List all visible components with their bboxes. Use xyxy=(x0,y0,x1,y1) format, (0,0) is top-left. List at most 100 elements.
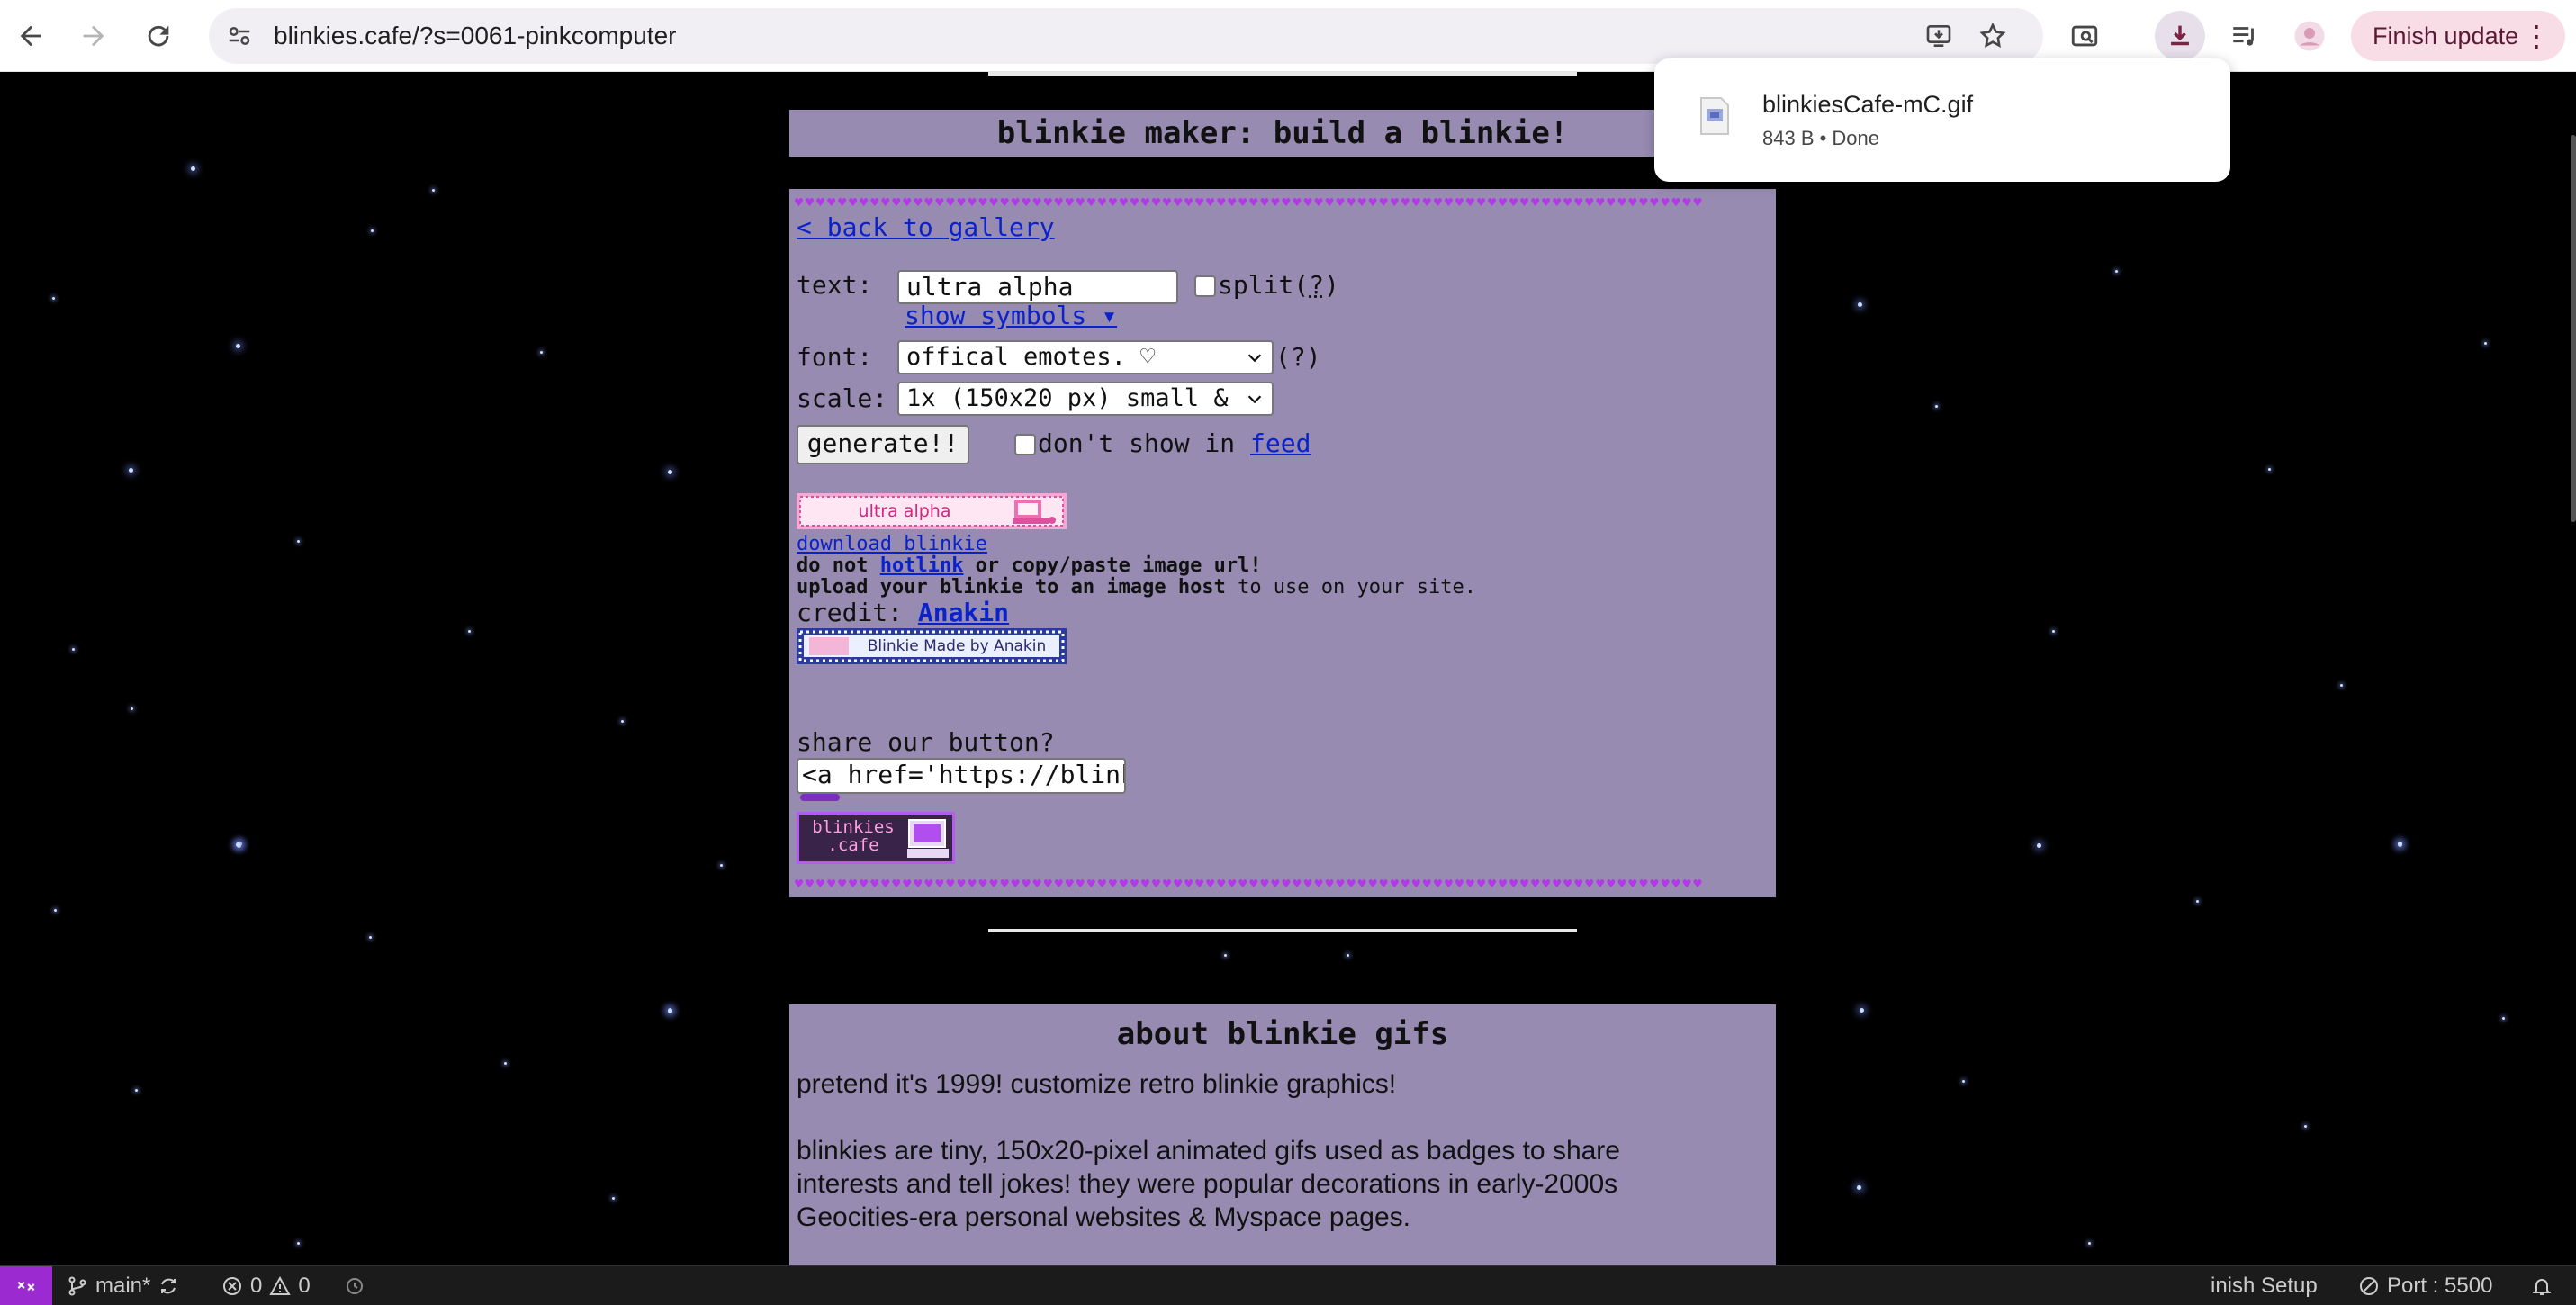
download-blinkie-link[interactable]: download blinkie xyxy=(797,533,987,555)
sync-icon[interactable] xyxy=(158,1275,179,1297)
finish-update-button[interactable]: Finish update ⋮ xyxy=(2351,11,2565,61)
generate-button[interactable]: generate!! xyxy=(797,425,969,464)
divider xyxy=(988,929,1577,932)
about-description: blinkies are tiny, 150x20-pixel animated… xyxy=(797,1134,1620,1234)
address-bar[interactable]: blinkies.cafe/?s=0061-pinkcomputer xyxy=(209,8,2043,64)
hearts-border-top: ♥♥♥♥♥♥♥♥♥♥♥♥♥♥♥♥♥♥♥♥♥♥♥♥♥♥♥♥♥♥♥♥♥♥♥♥♥♥♥♥… xyxy=(795,196,1705,209)
star-icon xyxy=(135,1089,138,1092)
git-branch-item[interactable]: main* xyxy=(67,1266,179,1305)
scale-select-value: 1x (150x20 px) small & c xyxy=(906,384,1258,412)
star-icon xyxy=(236,344,240,348)
star-icon xyxy=(2304,1125,2307,1128)
star-icon xyxy=(1224,954,1227,957)
dont-show-in-feed-checkbox[interactable] xyxy=(1014,434,1036,455)
reload-icon[interactable] xyxy=(133,11,184,61)
download-filename[interactable]: blinkiesCafe-mC.gif xyxy=(1762,91,1973,119)
finish-update-label: Finish update xyxy=(2373,22,2519,50)
star-icon xyxy=(2115,270,2118,273)
star-icon xyxy=(432,189,435,192)
star-icon xyxy=(2340,684,2343,687)
maker-panel: ♥♥♥♥♥♥♥♥♥♥♥♥♥♥♥♥♥♥♥♥♥♥♥♥♥♥♥♥♥♥♥♥♥♥♥♥♥♥♥♥… xyxy=(789,189,1776,897)
upload-notice: upload your blinkie to an image host to … xyxy=(797,576,1476,598)
star-icon xyxy=(2052,630,2055,633)
split-checkbox[interactable] xyxy=(1194,275,1216,297)
star-icon xyxy=(612,1197,615,1200)
history-icon[interactable] xyxy=(344,1266,365,1305)
hotlink-notice: do not hotlink or copy/paste image url! xyxy=(797,554,1262,577)
error-count: 0 xyxy=(250,1274,263,1298)
hotlink-link[interactable]: hotlink xyxy=(880,554,964,577)
dont-show-in-feed-label: don't show in feed xyxy=(1038,428,1311,458)
star-icon xyxy=(297,540,300,543)
live-server-port-item[interactable]: Port : 5500 xyxy=(2358,1266,2492,1305)
lens-search-icon[interactable] xyxy=(2059,11,2110,61)
profile-avatar-icon[interactable] xyxy=(2284,11,2335,61)
credit-author-link[interactable]: Anakin xyxy=(918,598,1009,627)
bell-icon[interactable] xyxy=(2531,1266,2553,1305)
font-select[interactable]: offical emotes. ♡ xyxy=(897,340,1274,374)
button-text-line1: blinkies xyxy=(812,817,895,837)
about-title: about blinkie gifs xyxy=(1116,1016,1449,1052)
editor-status-bar: main* 0 0 inish Setup Port : 5500 xyxy=(0,1265,2576,1305)
reading-list-icon[interactable] xyxy=(2220,11,2270,61)
star-icon xyxy=(1857,1185,1861,1190)
star-icon xyxy=(1962,1080,1965,1083)
button-text-line2: .cafe xyxy=(827,835,879,855)
star-icon xyxy=(129,468,133,472)
font-help[interactable]: (?) xyxy=(1275,342,1321,372)
chevron-down-icon xyxy=(1243,342,1266,373)
star-icon[interactable] xyxy=(1973,16,2013,56)
more-menu-icon[interactable]: ⋮ xyxy=(2522,18,2551,54)
download-icon[interactable] xyxy=(2155,11,2205,61)
share-code-input[interactable]: <a href='https://blink xyxy=(797,758,1126,794)
split-label: split(?) xyxy=(1218,270,1339,300)
back-arrow-icon[interactable] xyxy=(5,11,56,61)
star-icon xyxy=(2088,1242,2091,1245)
warning-count: 0 xyxy=(298,1274,311,1298)
remote-connection-icon[interactable] xyxy=(0,1266,52,1305)
star-icon xyxy=(468,630,471,633)
about-line: Geocities-era personal websites & Myspac… xyxy=(797,1202,1411,1232)
hearts-border-bottom: ♥♥♥♥♥♥♥♥♥♥♥♥♥♥♥♥♥♥♥♥♥♥♥♥♥♥♥♥♥♥♥♥♥♥♥♥♥♥♥♥… xyxy=(795,878,1705,890)
star-icon xyxy=(2398,842,2402,846)
star-icon xyxy=(72,648,75,651)
star-icon xyxy=(1935,405,1938,408)
font-label: font: xyxy=(797,342,873,372)
problems-item[interactable]: 0 0 xyxy=(221,1266,311,1305)
star-icon xyxy=(504,1062,507,1065)
scale-label: scale: xyxy=(797,383,888,413)
star-icon xyxy=(1860,1008,1864,1012)
star-icon xyxy=(2484,342,2487,345)
credit-badge-text: Blinkie Made by Anakin xyxy=(867,637,1047,655)
star-icon xyxy=(540,351,543,354)
star-icon xyxy=(54,909,57,912)
blinkie-text: ultra alpha xyxy=(858,501,951,521)
install-app-icon[interactable] xyxy=(1919,16,1959,56)
star-icon xyxy=(720,864,723,867)
show-symbols-link[interactable]: show symbols ▾ xyxy=(905,301,1117,330)
about-line: blinkies are tiny, 150x20-pixel animated… xyxy=(797,1136,1620,1166)
back-to-gallery-link[interactable]: < back to gallery xyxy=(797,212,1055,242)
download-status: 843 B • Done xyxy=(1762,127,1880,149)
scale-select[interactable]: 1x (150x20 px) small & c xyxy=(897,382,1274,416)
scrollbar-thumb[interactable] xyxy=(800,794,840,801)
page-scrollbar[interactable] xyxy=(2571,135,2576,522)
divider xyxy=(988,72,1577,76)
finish-setup-item[interactable]: inish Setup xyxy=(2211,1266,2318,1305)
split-help[interactable]: ? xyxy=(1309,270,1324,300)
star-icon xyxy=(369,936,372,939)
block-icon xyxy=(2360,1277,2378,1295)
star-icon xyxy=(621,720,624,723)
forward-arrow-icon[interactable] xyxy=(68,11,119,61)
star-icon xyxy=(236,842,240,847)
chevron-down-icon xyxy=(1243,383,1266,414)
credit-line: credit: Anakin xyxy=(797,598,1010,627)
site-info-icon[interactable] xyxy=(220,16,259,56)
text-input[interactable]: ultra alpha xyxy=(897,270,1178,304)
feed-link[interactable]: feed xyxy=(1250,428,1311,458)
font-select-value: offical emotes. ♡ xyxy=(906,343,1156,371)
blinkies-cafe-button-image[interactable]: blinkies .cafe xyxy=(797,812,955,864)
about-intro: pretend it's 1999! customize retro blink… xyxy=(797,1069,1397,1099)
url-text[interactable]: blinkies.cafe/?s=0061-pinkcomputer xyxy=(274,8,676,64)
git-branch-name: main* xyxy=(95,1274,151,1298)
